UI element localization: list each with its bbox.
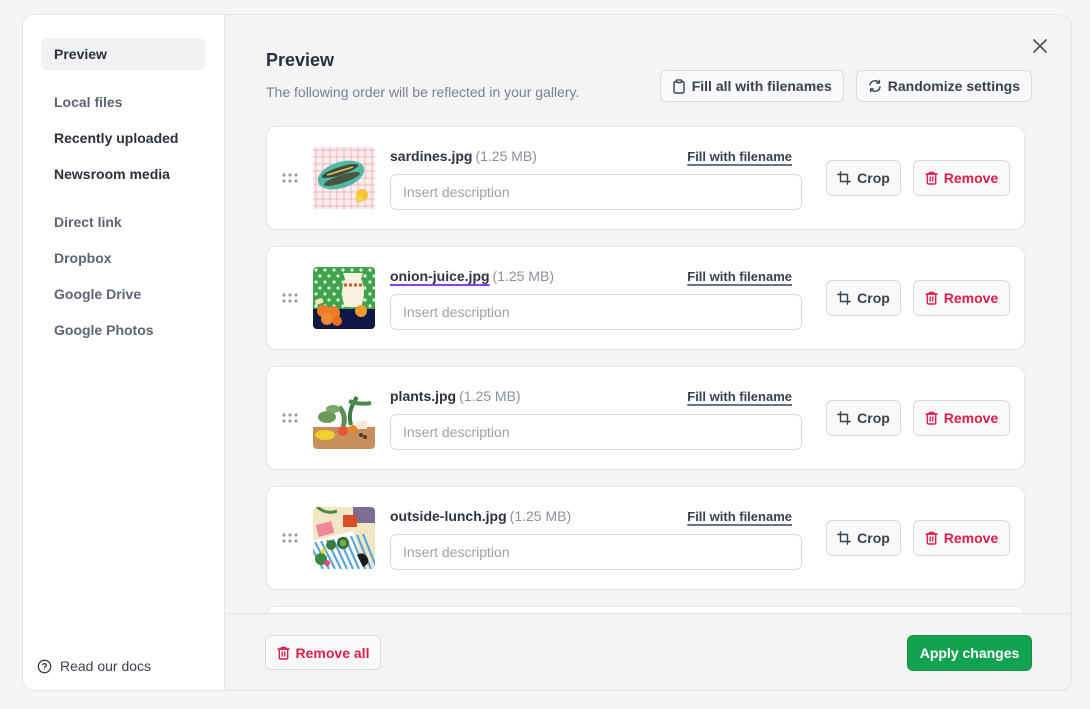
sidebar: Preview Local files Recently uploaded Ne…: [23, 15, 225, 690]
fill-with-filename-link[interactable]: Fill with filename: [687, 149, 792, 164]
file-size: (1.25 MB): [475, 148, 537, 164]
drag-handle-icon[interactable]: [281, 532, 299, 544]
description-input[interactable]: [390, 534, 802, 570]
apply-changes-button[interactable]: Apply changes: [907, 635, 1032, 671]
file-card: sardines.jpg (1.25 MB) Fill with filename…: [266, 126, 1025, 230]
file-name-line: outside-lunch.jpg (1.25 MB): [390, 508, 571, 524]
crop-label: Crop: [857, 290, 890, 306]
file-size: (1.25 MB): [459, 388, 521, 404]
outside-lunch-image: [313, 507, 375, 569]
file-name: sardines.jpg: [390, 148, 473, 164]
sidebar-item-dropbox[interactable]: Dropbox: [41, 242, 205, 274]
plants-image: [313, 387, 375, 449]
onion-juice-image: [313, 267, 375, 329]
file-card: onion-juice.jpg (1.25 MB) Fill with filen…: [266, 246, 1025, 350]
file-thumbnail: [313, 507, 375, 569]
top-actions: Fill all with filenames Randomize settin…: [659, 70, 1032, 102]
crop-button[interactable]: Crop: [826, 520, 901, 556]
read-docs-link[interactable]: Read our docs: [37, 658, 151, 674]
file-card: plants.jpg(1.25 MB) Fill with filename C…: [266, 366, 1025, 470]
page-subtitle: The following order will be reflected in…: [266, 84, 580, 100]
close-icon[interactable]: [1031, 37, 1049, 55]
file-name-line: onion-juice.jpg (1.25 MB): [390, 268, 554, 284]
description-input[interactable]: [390, 294, 802, 330]
randomize-settings-button[interactable]: Randomize settings: [855, 70, 1032, 102]
sidebar-item-newsroom-media[interactable]: Newsroom media: [41, 158, 205, 190]
page-title: Preview: [266, 50, 335, 70]
remove-all-label: Remove all: [295, 644, 370, 661]
trash-icon: [925, 411, 938, 425]
crop-label: Crop: [857, 530, 890, 546]
crop-icon: [837, 291, 852, 305]
file-thumbnail: [313, 267, 375, 329]
file-name-line: sardines.jpg (1.25 MB): [390, 148, 537, 164]
remove-label: Remove: [943, 410, 999, 426]
sidebar-item-google-drive[interactable]: Google Drive: [41, 278, 205, 310]
remove-button[interactable]: Remove: [913, 400, 1010, 436]
fill-with-filename-link[interactable]: Fill with filename: [687, 269, 792, 284]
fill-all-button[interactable]: Fill all with filenames: [659, 70, 844, 102]
randomize-settings-label: Randomize settings: [887, 78, 1020, 94]
file-thumbnail: [313, 387, 375, 449]
file-name: plants.jpg: [390, 388, 457, 404]
fill-with-filename-link[interactable]: Fill with filename: [687, 509, 792, 524]
clipboard-icon: [673, 78, 685, 94]
remove-label: Remove: [943, 290, 999, 306]
remove-label: Remove: [943, 530, 999, 546]
sidebar-item-recently-uploaded[interactable]: Recently uploaded: [41, 122, 205, 154]
file-list: sardines.jpg (1.25 MB) Fill with filename…: [266, 126, 1025, 614]
crop-icon: [837, 171, 852, 185]
sidebar-item-preview[interactable]: Preview: [41, 38, 205, 70]
file-name: onion-juice.jpg: [390, 268, 490, 284]
read-docs-label: Read our docs: [60, 658, 152, 674]
sidebar-item-local-files[interactable]: Local files: [41, 86, 205, 118]
fill-all-label: Fill all with filenames: [691, 78, 832, 94]
crop-button[interactable]: Crop: [826, 160, 901, 196]
remove-button[interactable]: Remove: [913, 160, 1010, 196]
file-card: outside-lunch.jpg (1.25 MB) Fill with fil…: [266, 486, 1025, 590]
preview-panel: Preview The following order will be refl…: [225, 15, 1071, 690]
question-circle-icon: [37, 659, 52, 673]
file-name-line: plants.jpg (1.25 MB): [390, 388, 521, 404]
trash-icon: [276, 646, 290, 660]
file-size: (1.25 MB): [492, 268, 555, 284]
refresh-icon: [869, 79, 881, 93]
description-input[interactable]: [390, 414, 802, 450]
trash-icon: [925, 531, 938, 545]
upload-modal: Preview Local files Recently uploaded Ne…: [22, 14, 1072, 691]
sidebar-item-google-photos[interactable]: Google Photos: [41, 314, 205, 346]
remove-all-button[interactable]: Remove all: [265, 635, 381, 670]
drag-handle-icon[interactable]: [281, 412, 299, 424]
drag-handle-icon[interactable]: [281, 292, 299, 304]
trash-icon: [925, 291, 938, 305]
crop-button[interactable]: Crop: [826, 280, 901, 316]
file-name: outside-lunch.jpg: [390, 508, 507, 524]
file-thumbnail: [313, 147, 375, 209]
sardines-image: [313, 147, 375, 209]
crop-label: Crop: [857, 410, 890, 426]
remove-label: Remove: [943, 170, 999, 186]
drag-handle-icon[interactable]: [281, 172, 299, 184]
crop-icon: [837, 411, 852, 425]
remove-button[interactable]: Remove: [913, 280, 1010, 316]
remove-button[interactable]: Remove: [913, 520, 1010, 556]
footer: Remove all Apply changes: [225, 613, 1071, 690]
description-input[interactable]: [390, 174, 802, 210]
crop-label: Crop: [857, 170, 890, 186]
trash-icon: [925, 171, 938, 185]
crop-icon: [837, 531, 852, 545]
file-size: (1.25 MB): [509, 508, 572, 524]
fill-with-filename-link[interactable]: Fill with filename: [687, 389, 792, 404]
crop-button[interactable]: Crop: [826, 400, 901, 436]
sidebar-item-direct-link[interactable]: Direct link: [41, 206, 205, 238]
